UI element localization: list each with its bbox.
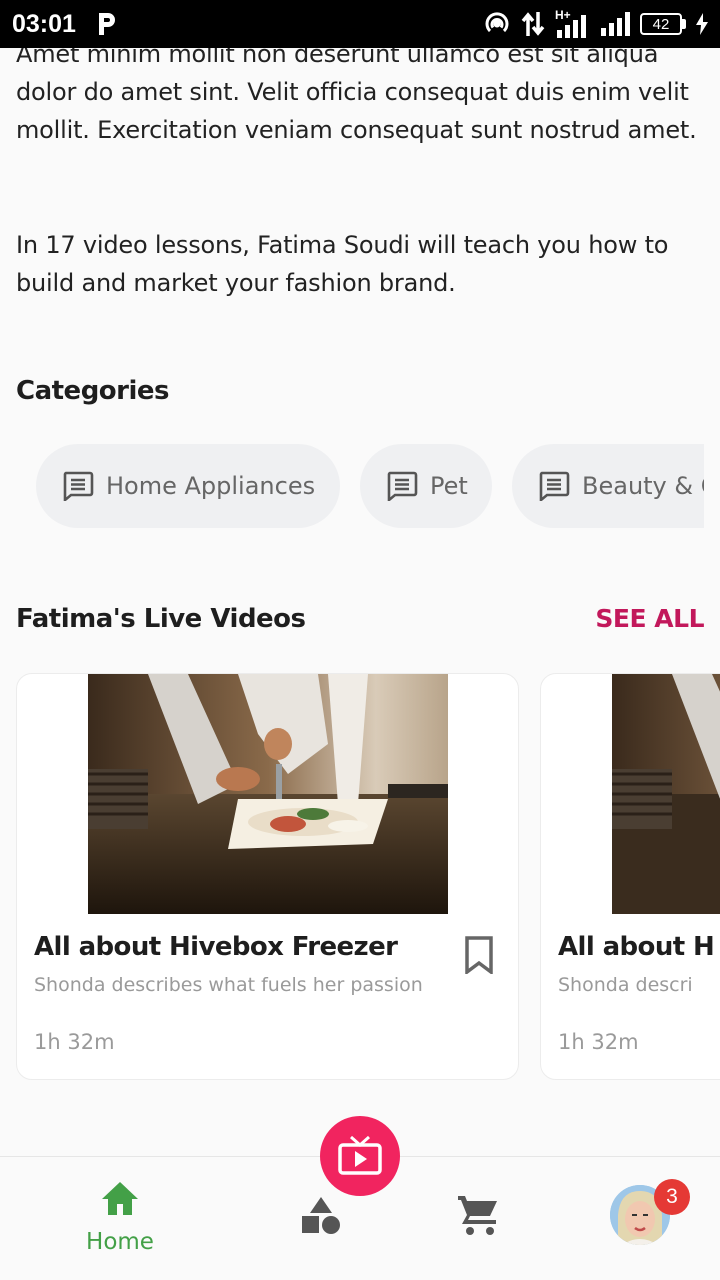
signal-h-plus-icon: H+ [555, 8, 591, 38]
chip-label: Home Appliances [106, 472, 316, 500]
video-card[interactable]: All about H Shonda descri 1h 32m [540, 673, 720, 1080]
category-chip-list[interactable]: Home Appliances Pet Beauty & C [36, 444, 704, 528]
bookmark-icon[interactable] [463, 936, 495, 974]
nav-home[interactable]: Home [60, 1157, 180, 1280]
message-icon [63, 471, 94, 501]
category-chip-home-appliances[interactable]: Home Appliances [36, 444, 340, 528]
video-thumbnail [612, 674, 720, 914]
nav-cart[interactable] [440, 1157, 560, 1280]
video-thumbnail [88, 674, 448, 914]
chip-label: Beauty & C [582, 472, 704, 500]
status-time: 03:01 [12, 9, 76, 38]
signal-icon [601, 12, 630, 36]
category-chip-beauty[interactable]: Beauty & C [512, 444, 704, 528]
data-transfer-icon [521, 12, 545, 36]
live-tv-button[interactable] [320, 1116, 400, 1196]
video-title: All about Hivebox Freezer [34, 932, 398, 962]
cart-icon [458, 1196, 497, 1235]
video-duration: 1h 32m [34, 1030, 115, 1054]
message-icon [539, 471, 570, 501]
chip-label: Pet [430, 472, 468, 500]
see-all-link[interactable]: SEE ALL [595, 604, 704, 633]
video-subtitle: Shonda describes what fuels her passion [34, 974, 423, 996]
battery-level: 42 [640, 13, 682, 35]
notification-badge: 3 [654, 1179, 690, 1215]
video-duration: 1h 32m [558, 1030, 639, 1054]
nav-profile[interactable]: 3 [590, 1157, 710, 1280]
category-chip-pet[interactable]: Pet [360, 444, 492, 528]
shapes-icon [302, 1197, 340, 1234]
home-icon [102, 1182, 138, 1215]
status-bar: 03:01 H+ 42 [0, 0, 720, 48]
message-icon [387, 471, 418, 501]
charging-icon [696, 13, 708, 35]
video-subtitle: Shonda descri [558, 974, 693, 996]
description-paragraph: Amet minim mollit non deserunt ullamco e… [16, 48, 697, 144]
hotspot-icon [485, 12, 509, 33]
nav-home-label: Home [86, 1229, 154, 1255]
categories-title: Categories [16, 376, 170, 406]
battery-icon: 42 [640, 13, 686, 35]
description-paragraph-lessons: In 17 video lessons, Fatima Soudi will t… [16, 231, 669, 297]
video-title: All about H [558, 932, 715, 962]
parking-app-icon [96, 11, 118, 37]
live-videos-title: Fatima's Live Videos [16, 604, 306, 634]
video-card[interactable]: All about Hivebox Freezer Shonda describ… [16, 673, 519, 1080]
status-icons: H+ 42 [483, 0, 708, 48]
content-scroll[interactable]: Amet minim mollit non deserunt ullamco e… [0, 48, 720, 1156]
live-tv-icon [338, 1135, 382, 1175]
